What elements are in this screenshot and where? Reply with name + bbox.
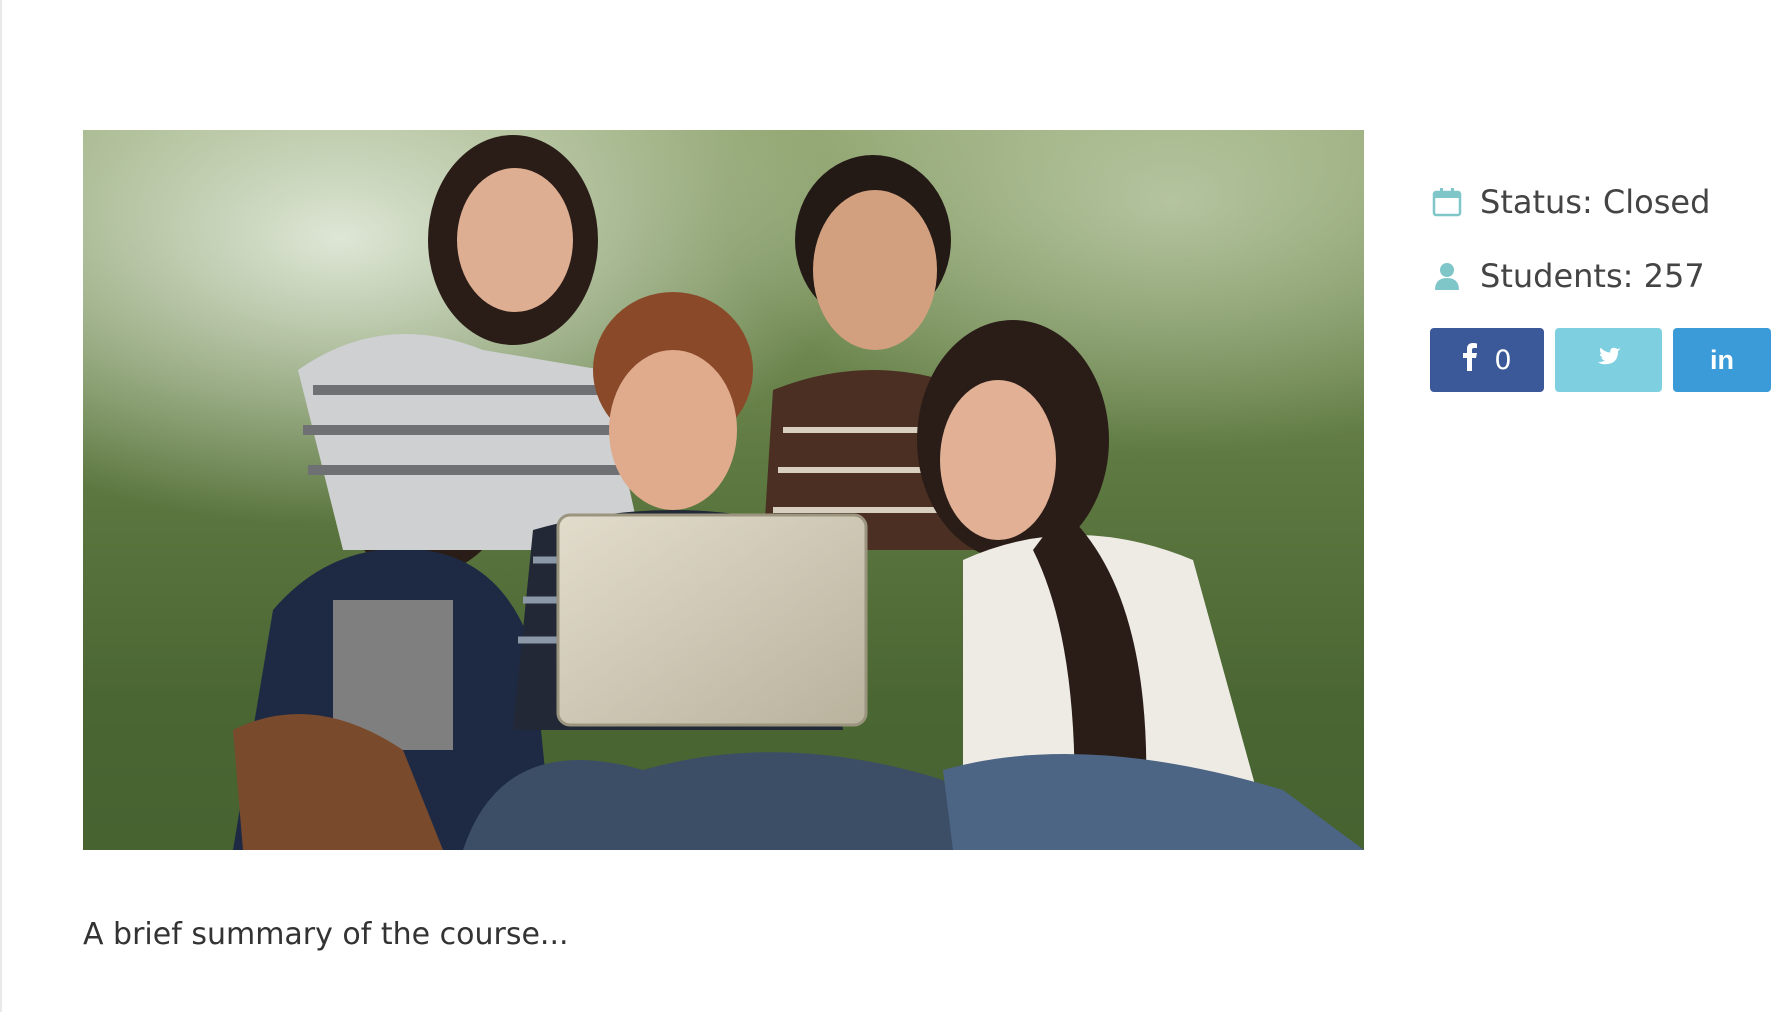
- course-meta: Status: Closed Students: 257: [1430, 180, 1790, 328]
- students-row: Students: 257: [1430, 254, 1790, 298]
- students-count-text: Students: 257: [1480, 257, 1705, 295]
- status-row: Status: Closed: [1430, 180, 1790, 224]
- page-left-border: [0, 0, 2, 1012]
- user-icon: [1430, 259, 1464, 293]
- facebook-share-button[interactable]: 0: [1430, 328, 1544, 392]
- twitter-icon: [1595, 345, 1623, 375]
- facebook-share-count: 0: [1494, 344, 1512, 376]
- calendar-icon: [1430, 185, 1464, 219]
- linkedin-icon: in: [1710, 344, 1734, 375]
- course-photo-illustration: [83, 130, 1364, 850]
- status-text: Status: Closed: [1480, 183, 1711, 221]
- facebook-icon: [1462, 342, 1478, 378]
- course-image: [83, 130, 1364, 850]
- twitter-share-button[interactable]: [1555, 328, 1662, 392]
- linkedin-share-button[interactable]: in: [1673, 328, 1771, 392]
- share-buttons: 0 in: [1430, 328, 1771, 392]
- course-summary: A brief summary of the course...: [83, 917, 569, 952]
